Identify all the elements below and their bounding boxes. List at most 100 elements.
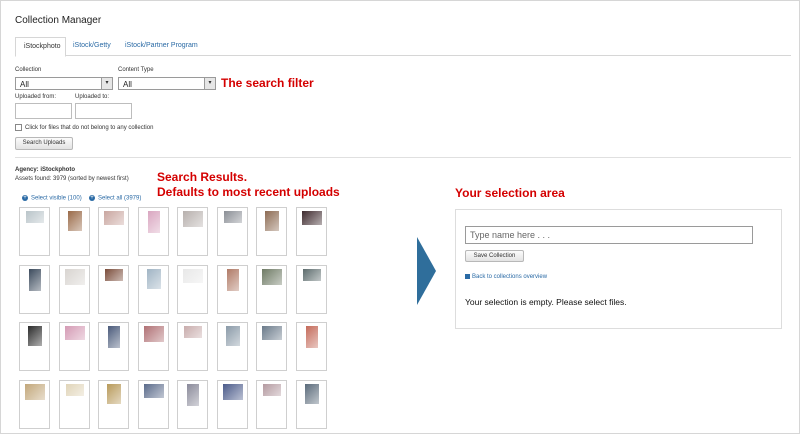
plus-icon: + bbox=[22, 195, 28, 201]
arrow-right-icon bbox=[417, 237, 436, 305]
annotation-search-filter: The search filter bbox=[221, 76, 314, 90]
tab-istockphoto[interactable]: iStockphoto bbox=[15, 37, 66, 57]
uploaded-from-input[interactable] bbox=[15, 103, 72, 119]
annotation-results-line2: Defaults to most recent uploads bbox=[157, 185, 340, 199]
thumbnail-image bbox=[25, 384, 45, 400]
collection-manager-window: Collection Manager iStockphoto iStock/Ge… bbox=[0, 0, 800, 434]
result-thumbnail-card[interactable] bbox=[177, 265, 208, 314]
plus-icon: + bbox=[89, 195, 95, 201]
thumbnail-image bbox=[303, 269, 321, 281]
result-thumbnail-card[interactable] bbox=[138, 265, 169, 314]
tab-bar: iStockphoto iStock/Getty iStock/Partner … bbox=[15, 37, 791, 57]
search-uploads-button[interactable]: Search Uploads bbox=[15, 137, 73, 150]
agency-line: Agency: iStockphoto bbox=[15, 167, 76, 173]
collection-select-value: All bbox=[20, 80, 29, 89]
content-type-select[interactable]: All ▾ bbox=[118, 77, 216, 90]
result-thumbnail-card[interactable] bbox=[59, 265, 90, 314]
result-thumbnail-card[interactable] bbox=[256, 265, 287, 314]
dropdown-arrow-icon: ▾ bbox=[101, 78, 112, 89]
save-collection-button[interactable]: Save Collection bbox=[465, 250, 524, 262]
no-collection-checkbox[interactable] bbox=[15, 124, 22, 131]
uploaded-to-label: Uploaded to: bbox=[75, 94, 110, 100]
thumbnail-image bbox=[144, 384, 164, 398]
thumbnail-image bbox=[65, 326, 85, 340]
select-visible-label: Select visible (100) bbox=[31, 195, 82, 202]
result-thumbnail-card[interactable] bbox=[217, 265, 248, 314]
thumbnail-image bbox=[302, 211, 322, 225]
thumbnail-image bbox=[107, 384, 121, 404]
thumbnail-image bbox=[26, 211, 44, 223]
tab-istock-getty[interactable]: iStock/Getty bbox=[65, 37, 119, 54]
result-thumbnail-card[interactable] bbox=[296, 380, 327, 429]
thumbnail-image bbox=[104, 211, 124, 225]
result-thumbnail-card[interactable] bbox=[138, 207, 169, 256]
collection-name-input[interactable] bbox=[465, 226, 753, 244]
thumbnail-image bbox=[226, 326, 240, 346]
thumbnail-image bbox=[29, 269, 41, 291]
result-thumbnail-card[interactable] bbox=[296, 207, 327, 256]
select-visible-link[interactable]: + Select visible (100) bbox=[22, 195, 82, 202]
result-thumbnail-card[interactable] bbox=[98, 322, 129, 371]
result-thumbnail-card[interactable] bbox=[59, 207, 90, 256]
thumbnail-image bbox=[187, 384, 199, 406]
content-type-select-value: All bbox=[123, 80, 132, 89]
result-thumbnail-card[interactable] bbox=[59, 380, 90, 429]
result-thumbnail-card[interactable] bbox=[19, 265, 50, 314]
thumbnail-image bbox=[105, 269, 123, 281]
result-thumbnail-card[interactable] bbox=[177, 380, 208, 429]
collection-select[interactable]: All ▾ bbox=[15, 77, 113, 90]
result-thumbnail-card[interactable] bbox=[98, 380, 129, 429]
thumbnail-image bbox=[263, 384, 281, 396]
thumbnail-image bbox=[108, 326, 120, 348]
thumbnail-image bbox=[306, 326, 318, 348]
result-thumbnail-card[interactable] bbox=[19, 380, 50, 429]
result-thumbnail-card[interactable] bbox=[177, 207, 208, 256]
result-thumbnail-card[interactable] bbox=[256, 380, 287, 429]
annotation-results-line1: Search Results. bbox=[157, 170, 248, 184]
result-thumbnail-card[interactable] bbox=[19, 322, 50, 371]
divider bbox=[15, 157, 791, 158]
annotation-search-results: Search Results. Defaults to most recent … bbox=[157, 170, 340, 200]
annotation-selection-area: Your selection area bbox=[455, 186, 565, 200]
result-thumbnail-card[interactable] bbox=[59, 322, 90, 371]
result-thumbnail-card[interactable] bbox=[217, 207, 248, 256]
uploaded-to-input[interactable] bbox=[75, 103, 132, 119]
result-thumbnail-card[interactable] bbox=[19, 207, 50, 256]
result-thumbnail-card[interactable] bbox=[296, 265, 327, 314]
result-thumbnail-card[interactable] bbox=[177, 322, 208, 371]
result-thumbnail-card[interactable] bbox=[138, 380, 169, 429]
thumbnail-image bbox=[227, 269, 239, 291]
result-thumbnail-card[interactable] bbox=[217, 380, 248, 429]
dropdown-arrow-icon: ▾ bbox=[204, 78, 215, 89]
thumbnail-image bbox=[265, 211, 279, 231]
thumbnail-image bbox=[148, 211, 160, 233]
thumbnail-image bbox=[183, 211, 203, 227]
no-collection-checkbox-label: Click for files that do not belong to an… bbox=[25, 125, 154, 131]
back-to-collections-link[interactable]: Back to collections overview bbox=[465, 274, 547, 280]
uploaded-from-label: Uploaded from: bbox=[15, 94, 57, 100]
selection-panel: Save Collection Back to collections over… bbox=[455, 209, 782, 329]
thumbnail-image bbox=[68, 211, 82, 231]
result-thumbnail-card[interactable] bbox=[98, 207, 129, 256]
result-thumbnail-card[interactable] bbox=[217, 322, 248, 371]
select-all-label: Select all (3979) bbox=[98, 195, 142, 202]
tab-istock-partner-program[interactable]: iStock/Partner Program bbox=[117, 37, 206, 54]
thumbnail-image bbox=[28, 326, 42, 346]
thumbnail-image bbox=[305, 384, 319, 404]
page-title: Collection Manager bbox=[15, 15, 102, 26]
select-all-link[interactable]: + Select all (3979) bbox=[89, 195, 141, 202]
result-thumbnail-card[interactable] bbox=[256, 207, 287, 256]
collection-label: Collection bbox=[15, 67, 42, 73]
result-thumbnail-card[interactable] bbox=[138, 322, 169, 371]
selection-empty-message: Your selection is empty. Please select f… bbox=[465, 297, 627, 307]
result-thumbnail-card[interactable] bbox=[98, 265, 129, 314]
back-link-label: Back to collections overview bbox=[472, 274, 548, 281]
thumbnail-image bbox=[65, 269, 85, 285]
thumbnail-image bbox=[224, 211, 242, 223]
thumbnail-image bbox=[262, 269, 282, 285]
thumbnail-image bbox=[66, 384, 84, 396]
thumbnail-image bbox=[144, 326, 164, 342]
result-thumbnail-card[interactable] bbox=[256, 322, 287, 371]
result-thumbnail-card[interactable] bbox=[296, 322, 327, 371]
thumbnail-image bbox=[184, 326, 202, 338]
